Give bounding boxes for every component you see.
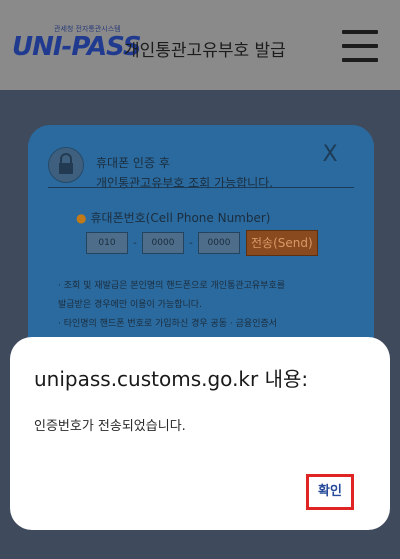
modal-title-line1: 휴대폰 인증 후	[96, 156, 170, 170]
notice-text: · 조회 및 재발급은 본인명의 핸드폰으로 개인통관고유부호를 발급받은 경우…	[58, 277, 358, 334]
menu-bar	[342, 58, 378, 62]
notice-line: · 조회 및 재발급은 본인명의 핸드폰으로 개인통관고유부호를	[58, 281, 286, 291]
phone-label: ● 휴대폰번호(Cell Phone Number)	[76, 209, 270, 226]
dash: -	[189, 237, 193, 249]
divider	[48, 187, 354, 188]
send-button[interactable]: 전송(Send)	[246, 230, 318, 256]
close-icon[interactable]: X	[318, 143, 342, 167]
logo-text: UNI-PASS	[12, 32, 142, 62]
lock-icon	[48, 147, 84, 183]
alert-title: unipass.customs.go.kr 내용:	[34, 367, 309, 391]
menu-bar	[342, 44, 378, 48]
phone-last-field[interactable]: 0000	[198, 232, 240, 254]
phone-label-text: 휴대폰번호(Cell Phone Number)	[90, 211, 271, 225]
required-star-icon: ●	[76, 211, 87, 225]
menu-bar	[342, 30, 378, 34]
phone-prefix-field[interactable]: 010	[86, 232, 128, 254]
phone-middle-field[interactable]: 0000	[142, 232, 184, 254]
hamburger-menu-icon[interactable]	[342, 30, 378, 62]
app-header: 관세청 전자통관시스템 UNI-PASS 개인통관고유부호 발급	[0, 0, 400, 90]
phone-input-row: 010 - 0000 - 0000 전송(Send)	[86, 230, 318, 256]
alert-message: 인증번호가 전송되었습니다.	[34, 419, 186, 434]
modal-title-line2: 개인통관고유부호 조회 가능합니다.	[96, 176, 274, 190]
unipass-logo[interactable]: 관세청 전자통관시스템 UNI-PASS	[12, 22, 142, 68]
dash: -	[133, 237, 137, 249]
page-title: 개인통관고유부호 발급	[124, 41, 286, 61]
browser-alert-dialog: unipass.customs.go.kr 내용: 인증번호가 전송되었습니다.…	[10, 337, 390, 530]
notice-line: 발급받은 경우에만 이용이 가능합니다.	[58, 300, 202, 310]
notice-line: · 타인명의 핸드폰 번호로 가입하신 경우 공동 · 금융인증서	[58, 319, 278, 329]
confirm-button[interactable]: 확인	[306, 474, 354, 510]
